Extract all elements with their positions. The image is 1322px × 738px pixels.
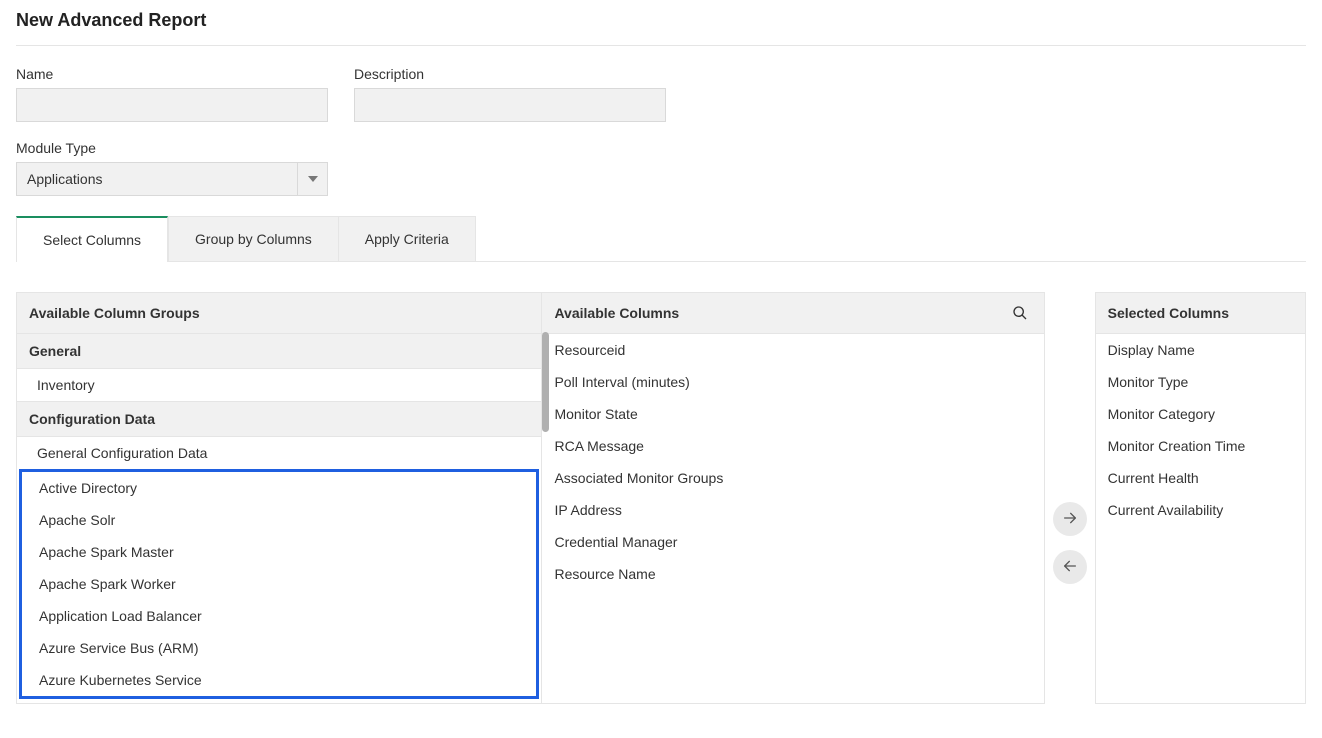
available-column-groups-panel: Available Column Groups General Inventor… [16, 292, 541, 704]
available-columns-header: Available Columns [542, 293, 1044, 334]
move-left-button[interactable] [1053, 550, 1087, 584]
selected-columns-header: Selected Columns [1096, 293, 1305, 334]
name-label: Name [16, 66, 328, 82]
move-right-button[interactable] [1053, 502, 1087, 536]
selected-column-item[interactable]: Monitor Creation Time [1096, 430, 1305, 462]
group-item[interactable]: Azure Service Bus (ARM) [22, 632, 536, 664]
group-item[interactable]: Application Load Balancer [22, 600, 536, 632]
transfer-arrows [1045, 292, 1094, 584]
title-divider [16, 45, 1306, 46]
available-column-item[interactable]: Poll Interval (minutes) [542, 366, 1044, 398]
search-icon[interactable] [1008, 305, 1032, 321]
available-column-item[interactable]: Credential Manager [542, 526, 1044, 558]
tab-bar: Select Columns Group by Columns Apply Cr… [16, 216, 1306, 262]
group-item[interactable]: Apache Spark Worker [22, 568, 536, 600]
available-columns-panel: Available Columns Resourceid Poll Interv… [541, 292, 1045, 704]
available-column-item[interactable]: Associated Monitor Groups [542, 462, 1044, 494]
highlighted-group-box: Active Directory Apache Solr Apache Spar… [19, 469, 539, 699]
description-input[interactable] [354, 88, 666, 122]
description-label: Description [354, 66, 666, 82]
group-item[interactable]: Azure Kubernetes Service [22, 664, 536, 696]
chevron-down-icon [297, 163, 327, 195]
group-section-config[interactable]: Configuration Data [17, 401, 541, 437]
group-item-inventory[interactable]: Inventory [17, 369, 541, 401]
module-type-label: Module Type [16, 140, 1306, 156]
available-columns-title: Available Columns [554, 305, 679, 321]
module-type-select[interactable]: Applications [16, 162, 328, 196]
selected-columns-title: Selected Columns [1108, 305, 1229, 321]
selected-columns-panel: Selected Columns Display Name Monitor Ty… [1095, 292, 1306, 704]
tab-select-columns[interactable]: Select Columns [16, 216, 168, 262]
selected-column-item[interactable]: Current Availability [1096, 494, 1305, 526]
available-column-item[interactable]: RCA Message [542, 430, 1044, 462]
scrollbar-thumb[interactable] [542, 332, 549, 432]
group-item[interactable]: Active Directory [22, 472, 536, 504]
selected-column-item[interactable]: Display Name [1096, 334, 1305, 366]
available-column-item[interactable]: Resourceid [542, 334, 1044, 366]
tab-group-by-columns[interactable]: Group by Columns [168, 216, 339, 261]
arrow-left-icon [1062, 558, 1078, 577]
page-title: New Advanced Report [16, 6, 1306, 45]
selected-column-item[interactable]: Monitor Category [1096, 398, 1305, 430]
available-column-item[interactable]: IP Address [542, 494, 1044, 526]
selected-column-item[interactable]: Monitor Type [1096, 366, 1305, 398]
available-column-groups-header: Available Column Groups [17, 293, 541, 334]
group-item-general-config[interactable]: General Configuration Data [17, 437, 541, 469]
selected-column-item[interactable]: Current Health [1096, 462, 1305, 494]
available-column-item[interactable]: Resource Name [542, 558, 1044, 590]
group-item[interactable]: Apache Spark Master [22, 536, 536, 568]
available-column-groups-title: Available Column Groups [29, 305, 200, 321]
arrow-right-icon [1062, 510, 1078, 529]
available-column-item[interactable]: Monitor State [542, 398, 1044, 430]
name-input[interactable] [16, 88, 328, 122]
group-section-general[interactable]: General [17, 334, 541, 369]
group-item[interactable]: Apache Solr [22, 504, 536, 536]
tab-apply-criteria[interactable]: Apply Criteria [339, 216, 476, 261]
module-type-value: Applications [17, 163, 297, 195]
